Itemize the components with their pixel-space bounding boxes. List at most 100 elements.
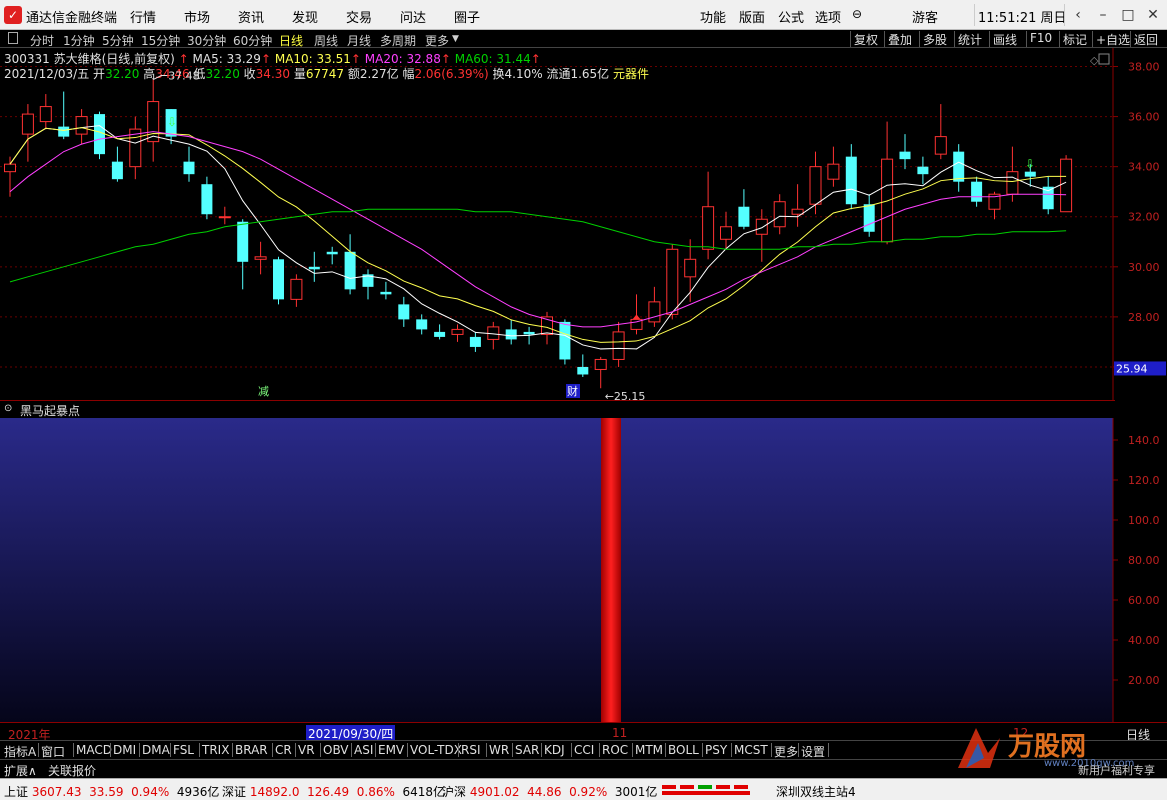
indicator-tab-9[interactable]: VR [298, 743, 315, 757]
candle-body[interactable] [863, 204, 875, 232]
candle-body[interactable] [791, 208, 804, 215]
candle-body[interactable] [666, 248, 679, 315]
hs-index[interactable]: 沪深 4901.02 44.86 0.92% 3001亿 [442, 783, 657, 800]
period-tab-weekly[interactable]: 周线 [314, 32, 338, 49]
menu-functions[interactable]: 功能 [700, 7, 726, 26]
candle-body[interactable] [398, 304, 410, 320]
candle-body[interactable] [845, 156, 857, 205]
chevron-down-icon[interactable]: ⊙ [4, 403, 12, 414]
menu-circle[interactable]: 圈子 [454, 7, 480, 26]
candle-body[interactable] [183, 161, 195, 175]
signal-bar[interactable] [601, 418, 621, 722]
f10-button[interactable]: F10 [1026, 31, 1055, 47]
finance-marker[interactable]: 财 [567, 384, 578, 398]
candle-body[interactable] [648, 301, 661, 323]
indicator-tab-7[interactable]: BRAR [235, 743, 268, 757]
candle-body[interactable] [416, 319, 428, 330]
candle-body[interactable] [451, 328, 464, 335]
menu-options[interactable]: 选项 [815, 7, 841, 26]
candle-body[interactable] [326, 251, 338, 255]
candle-body[interactable] [809, 166, 822, 205]
indicator-tab-20[interactable]: MTM [635, 743, 663, 757]
candle-body[interactable] [1006, 171, 1019, 195]
toggle-down-icon[interactable]: ⊖ [852, 7, 862, 21]
panel-toggle-icon[interactable] [1098, 53, 1110, 65]
candle-body[interactable] [201, 184, 213, 215]
adjust-button[interactable]: 复权 [850, 31, 881, 47]
panel-icon[interactable] [8, 32, 18, 44]
candle-body[interactable] [290, 278, 303, 300]
chevron-down-icon[interactable]: ▼ [452, 34, 459, 44]
candle-body[interactable] [594, 358, 607, 370]
indicator-tab-15[interactable]: WR [489, 743, 509, 757]
candle-body[interactable] [1060, 158, 1073, 213]
candle-body[interactable] [75, 116, 88, 135]
candle-body[interactable] [273, 259, 284, 300]
expand-button[interactable]: 扩展∧ [4, 762, 37, 779]
candle-body[interactable] [738, 206, 750, 227]
candle-body[interactable] [899, 151, 911, 160]
indicator-chart[interactable]: 140.0 120.0 100.0 80.00 60.00 40.00 20.00 [0, 418, 1167, 722]
kline-chart[interactable]: ◇26.0028.0030.0032.0034.0036.0038.0025.9… [0, 48, 1167, 400]
candle-body[interactable] [577, 366, 589, 375]
add-watchlist-button[interactable]: +自选 [1092, 31, 1133, 47]
indicator-tab-8[interactable]: CR [275, 743, 292, 757]
indicator-tab-10[interactable]: OBV [323, 743, 349, 757]
stats-button[interactable]: 统计 [954, 31, 985, 47]
menu-quotes[interactable]: 行情 [130, 7, 156, 26]
indicator-tab-11[interactable]: ASI [354, 743, 373, 757]
close-icon[interactable]: ✕ [1143, 5, 1163, 25]
menu-market[interactable]: 市场 [184, 7, 210, 26]
sz-index[interactable]: 深证 14892.0 126.49 0.86% 6418亿 [222, 783, 445, 800]
related-quotes-button[interactable]: 关联报价 [48, 762, 96, 779]
indicator-tab-1[interactable]: 窗口 [41, 743, 65, 760]
minimize-icon[interactable]: – [1093, 5, 1113, 25]
menu-layout[interactable]: 版面 [739, 7, 765, 26]
period-tab-60min[interactable]: 60分钟 [233, 32, 272, 49]
candle-body[interactable] [4, 163, 16, 173]
indicator-tab-23[interactable]: MCST [734, 743, 768, 757]
period-tab-15min[interactable]: 15分钟 [141, 32, 180, 49]
period-tab-1min[interactable]: 1分钟 [63, 32, 95, 49]
candle-body[interactable] [58, 126, 70, 137]
candle-body[interactable] [612, 331, 625, 360]
indicator-tab-19[interactable]: ROC [602, 743, 628, 757]
mark-button[interactable]: 标记 [1059, 31, 1090, 47]
menu-ask[interactable]: 问达 [400, 7, 426, 26]
candle-body[interactable] [39, 106, 52, 123]
candle-body[interactable] [755, 218, 768, 235]
period-tab-intraday[interactable]: 分时 [30, 32, 54, 49]
user-label[interactable]: 游客 [912, 7, 938, 26]
candle-body[interactable] [237, 221, 249, 262]
period-tab-5min[interactable]: 5分钟 [102, 32, 134, 49]
candle-body[interactable] [344, 251, 356, 290]
period-tab-30min[interactable]: 30分钟 [187, 32, 226, 49]
indicator-tab-17[interactable]: KDJ [544, 743, 565, 757]
candle-body[interactable] [720, 226, 732, 240]
candle-body[interactable] [469, 336, 481, 347]
indicator-tab-25[interactable]: 设置 [801, 743, 825, 760]
menu-formula[interactable]: 公式 [778, 7, 804, 26]
candle-body[interactable] [684, 258, 697, 278]
reduce-marker[interactable]: 减 [258, 385, 269, 398]
indicator-tab-5[interactable]: FSL [173, 743, 194, 757]
indicator-tab-14[interactable]: RSI [461, 743, 481, 757]
period-tab-monthly[interactable]: 月线 [347, 32, 371, 49]
candle-body[interactable] [773, 201, 786, 228]
draw-button[interactable]: 画线 [989, 31, 1020, 47]
indicator-tab-2[interactable]: MACD [76, 743, 112, 757]
indicator-tab-6[interactable]: TRIX [202, 743, 229, 757]
candle-body[interactable] [934, 136, 947, 155]
indicator-tab-3[interactable]: DMI [113, 743, 136, 757]
candle-body[interactable] [218, 216, 231, 219]
candle-body[interactable] [917, 166, 929, 175]
indicator-tab-18[interactable]: CCI [574, 743, 594, 757]
candle-body[interactable] [434, 331, 446, 337]
indicator-tab-13[interactable]: VOL-TDX [410, 743, 462, 757]
candle-body[interactable] [1024, 171, 1036, 177]
period-tab-multi[interactable]: 多周期 [380, 32, 416, 49]
diamond-icon[interactable]: ◇ [1090, 54, 1099, 67]
indicator-name[interactable]: 黑马起暴点 [20, 402, 80, 419]
candle-body[interactable] [380, 291, 392, 295]
period-tab-daily[interactable]: 日线 [279, 32, 303, 49]
